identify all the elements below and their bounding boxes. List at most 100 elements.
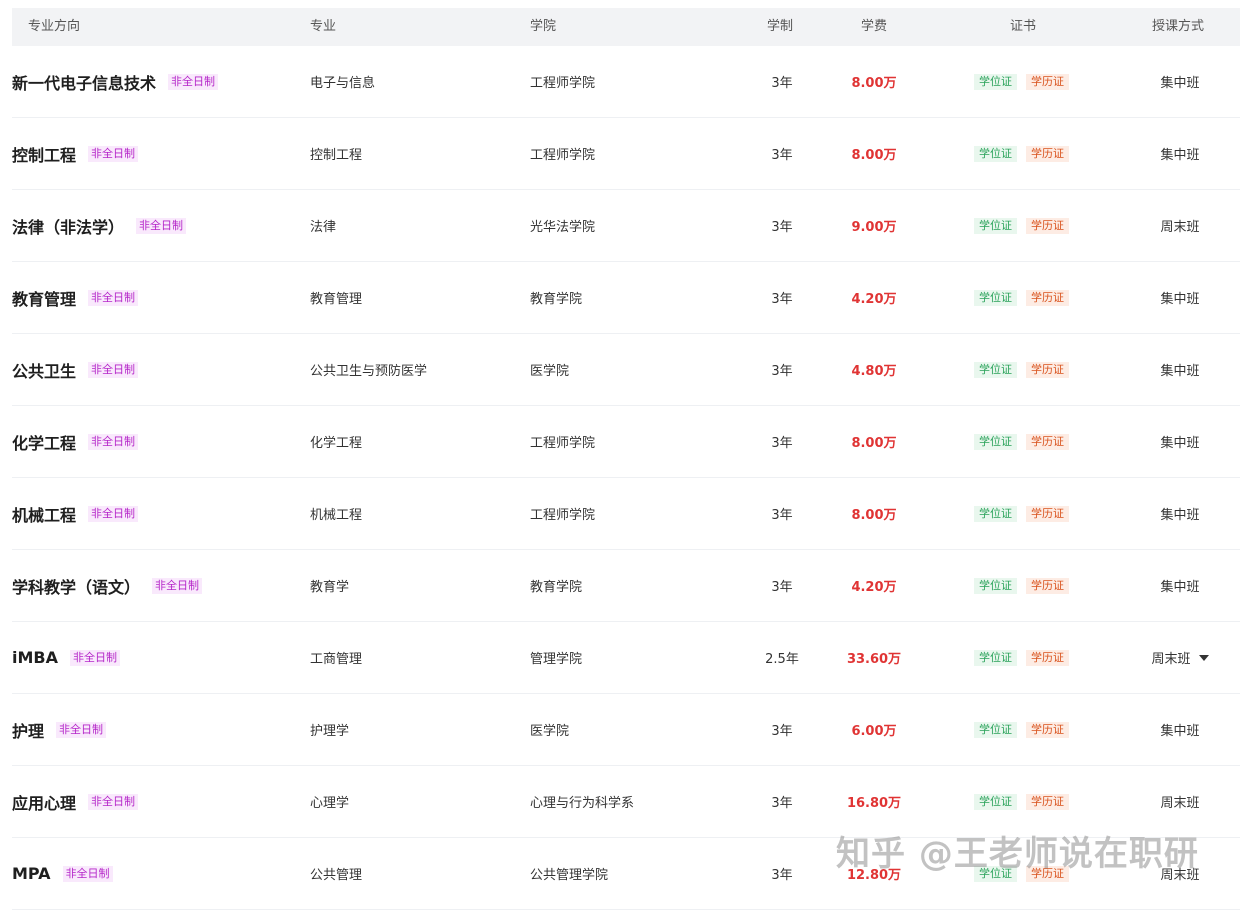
direction-cell: 护理 非全日制 — [12, 694, 107, 765]
teaching-mode-label: 集中班 — [1160, 76, 1200, 91]
teaching-mode-cell: 集中班 — [1130, 262, 1230, 333]
direction-name[interactable]: 化学工程 — [12, 430, 76, 454]
cert-cell: 学位证 学历证 — [974, 550, 1078, 621]
major-cell: 心理学 — [310, 796, 350, 811]
cert-cell: 学位证 学历证 — [974, 478, 1078, 549]
direction-name[interactable]: iMBA — [12, 648, 58, 667]
years-cell: 3年 — [771, 292, 793, 307]
fee-cell: 8.00万 — [851, 148, 897, 163]
teaching-mode-label: 周末班 — [1160, 220, 1200, 235]
years-cell: 3年 — [771, 76, 793, 91]
teaching-mode-label: 周末班 — [1151, 652, 1191, 667]
college-cell: 工程师学院 — [530, 508, 596, 523]
edu-cert-badge: 学历证 — [1026, 361, 1069, 378]
years-cell: 3年 — [771, 508, 793, 523]
study-type-badge: 非全日制 — [88, 145, 139, 162]
program-table: 专业方向 专业 学院 学制 学费 证书 授课方式 新一代电子信息技术 非全日制 电子… — [12, 8, 1240, 910]
direction-name[interactable]: 新一代电子信息技术 — [12, 70, 156, 94]
direction-cell: 法律（非法学） 非全日制 — [12, 190, 187, 261]
teaching-mode-label: 集中班 — [1160, 148, 1200, 163]
degree-cert-badge: 学位证 — [974, 505, 1017, 522]
edu-cert-badge: 学历证 — [1026, 505, 1069, 522]
teaching-mode-cell: 集中班 — [1130, 550, 1230, 621]
study-type-badge: 非全日制 — [88, 505, 139, 522]
years-cell: 3年 — [771, 220, 793, 235]
table-row[interactable]: 新一代电子信息技术 非全日制 电子与信息 工程师学院 3年 8.00万 学位证 学历证 集中班 — [12, 46, 1240, 118]
cert-cell: 学位证 学历证 — [974, 118, 1078, 189]
college-cell: 工程师学院 — [530, 76, 596, 91]
table-row[interactable]: iMBA 非全日制 工商管理 管理学院 2.5年 33.60万 学位证 学历证 周末班 — [12, 622, 1240, 694]
direction-cell: MPA 非全日制 — [12, 838, 113, 909]
teaching-mode-label: 集中班 — [1160, 724, 1200, 739]
degree-cert-badge: 学位证 — [974, 433, 1017, 450]
direction-cell: 新一代电子信息技术 非全日制 — [12, 46, 219, 117]
direction-name[interactable]: 公共卫生 — [12, 358, 76, 382]
direction-cell: iMBA 非全日制 — [12, 622, 120, 693]
dropdown-caret-icon[interactable] — [1198, 654, 1209, 661]
cert-cell: 学位证 学历证 — [974, 694, 1078, 765]
years-cell: 3年 — [771, 148, 793, 163]
edu-cert-badge: 学历证 — [1026, 217, 1069, 234]
table-row[interactable]: 公共卫生 非全日制 公共卫生与预防医学 医学院 3年 4.80万 学位证 学历证 集中班 — [12, 334, 1240, 406]
table-row[interactable]: 教育管理 非全日制 教育管理 教育学院 3年 4.20万 学位证 学历证 集中班 — [12, 262, 1240, 334]
years-cell: 3年 — [771, 796, 793, 811]
teaching-mode-cell[interactable]: 周末班 — [1130, 622, 1230, 693]
table-row[interactable]: 机械工程 非全日制 机械工程 工程师学院 3年 8.00万 学位证 学历证 集中班 — [12, 478, 1240, 550]
table-row[interactable]: 化学工程 非全日制 化学工程 工程师学院 3年 8.00万 学位证 学历证 集中班 — [12, 406, 1240, 478]
college-cell: 公共管理学院 — [530, 868, 609, 883]
college-cell: 教育学院 — [530, 580, 583, 595]
teaching-mode-label: 集中班 — [1160, 436, 1200, 451]
direction-name[interactable]: 护理 — [12, 718, 44, 742]
college-cell: 工程师学院 — [530, 436, 596, 451]
degree-cert-badge: 学位证 — [974, 793, 1017, 810]
degree-cert-badge: 学位证 — [974, 649, 1017, 666]
cert-cell: 学位证 学历证 — [974, 334, 1078, 405]
study-type-badge: 非全日制 — [152, 577, 203, 594]
direction-name[interactable]: 学科教学（语文） — [12, 574, 140, 598]
header-mode: 授课方式 — [1152, 19, 1205, 34]
degree-cert-badge: 学位证 — [974, 721, 1017, 738]
college-cell: 医学院 — [530, 724, 570, 739]
edu-cert-badge: 学历证 — [1026, 145, 1069, 162]
fee-cell: 9.00万 — [851, 220, 897, 235]
cert-cell: 学位证 学历证 — [974, 46, 1078, 117]
direction-name[interactable]: 应用心理 — [12, 790, 76, 814]
direction-cell: 应用心理 非全日制 — [12, 766, 139, 837]
study-type-badge: 非全日制 — [168, 73, 219, 90]
college-cell: 医学院 — [530, 364, 570, 379]
teaching-mode-cell: 集中班 — [1130, 118, 1230, 189]
direction-name[interactable]: 法律（非法学） — [12, 214, 124, 238]
direction-cell: 公共卫生 非全日制 — [12, 334, 139, 405]
direction-name[interactable]: MPA — [12, 864, 51, 883]
header-cert: 证书 — [1010, 19, 1037, 34]
edu-cert-badge: 学历证 — [1026, 793, 1069, 810]
direction-name[interactable]: 控制工程 — [12, 142, 76, 166]
edu-cert-badge: 学历证 — [1026, 433, 1069, 450]
major-cell: 工商管理 — [310, 652, 363, 667]
table-row[interactable]: 护理 非全日制 护理学 医学院 3年 6.00万 学位证 学历证 集中班 — [12, 694, 1240, 766]
fee-cell: 8.00万 — [851, 508, 897, 523]
teaching-mode-cell: 集中班 — [1130, 406, 1230, 477]
direction-name[interactable]: 教育管理 — [12, 286, 76, 310]
years-cell: 3年 — [771, 436, 793, 451]
degree-cert-badge: 学位证 — [974, 289, 1017, 306]
teaching-mode-cell: 集中班 — [1130, 694, 1230, 765]
table-header: 专业方向 专业 学院 学制 学费 证书 授课方式 — [12, 8, 1240, 46]
table-row[interactable]: 法律（非法学） 非全日制 法律 光华法学院 3年 9.00万 学位证 学历证 周末班 — [12, 190, 1240, 262]
teaching-mode-label: 集中班 — [1160, 364, 1200, 379]
table-row[interactable]: 学科教学（语文） 非全日制 教育学 教育学院 3年 4.20万 学位证 学历证 集中班 — [12, 550, 1240, 622]
major-cell: 控制工程 — [310, 148, 363, 163]
fee-cell: 33.60万 — [846, 652, 902, 667]
major-cell: 教育学 — [310, 580, 350, 595]
direction-name[interactable]: 机械工程 — [12, 502, 76, 526]
table-row[interactable]: 控制工程 非全日制 控制工程 工程师学院 3年 8.00万 学位证 学历证 集中班 — [12, 118, 1240, 190]
fee-cell: 6.00万 — [851, 724, 897, 739]
teaching-mode-label: 集中班 — [1160, 580, 1200, 595]
major-cell: 公共卫生与预防医学 — [310, 364, 428, 379]
fee-cell: 4.20万 — [851, 292, 897, 307]
degree-cert-badge: 学位证 — [974, 145, 1017, 162]
teaching-mode-label: 集中班 — [1160, 292, 1200, 307]
study-type-badge: 非全日制 — [88, 361, 139, 378]
direction-cell: 控制工程 非全日制 — [12, 118, 139, 189]
cert-cell: 学位证 学历证 — [974, 622, 1078, 693]
